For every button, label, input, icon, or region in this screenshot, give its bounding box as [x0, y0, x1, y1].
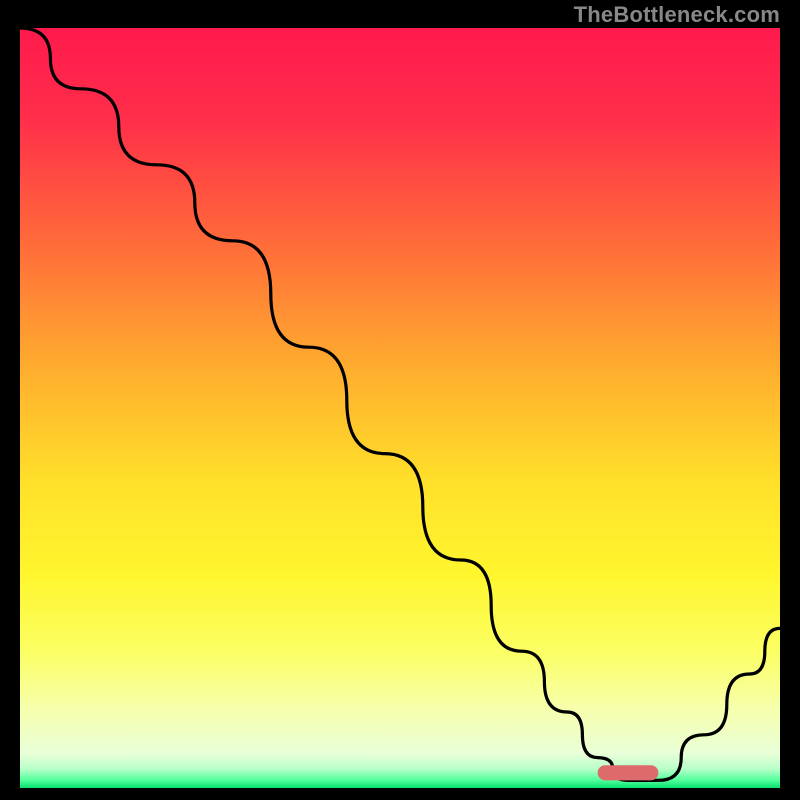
chart-plot: [20, 28, 780, 788]
chart-svg: [20, 28, 780, 788]
watermark-text: TheBottleneck.com: [574, 2, 780, 28]
chart-frame: TheBottleneck.com: [0, 0, 800, 800]
optimal-marker: [598, 765, 659, 780]
gradient-background: [20, 28, 780, 788]
